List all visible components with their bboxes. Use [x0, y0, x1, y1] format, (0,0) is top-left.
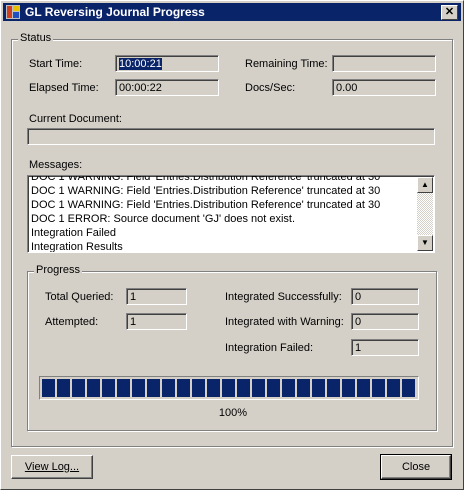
- progress-block: [102, 379, 115, 397]
- progress-block: [387, 379, 400, 397]
- progress-block: [147, 379, 160, 397]
- integrated-successfully-field: 0: [351, 288, 419, 305]
- progress-block: [297, 379, 310, 397]
- messages-lines: DOC 1 WARNING: Field 'Entries.Distributi…: [31, 175, 416, 253]
- progress-block: [132, 379, 145, 397]
- progress-block: [222, 379, 235, 397]
- message-line: Integration Results: [31, 241, 123, 253]
- message-line: DOC 1 WARNING: Field 'Entries.Distributi…: [31, 175, 381, 183]
- progress-block: [402, 379, 415, 397]
- progress-bar-fill: [42, 379, 416, 397]
- total-queried-label: Total Queried:: [45, 291, 114, 303]
- progress-block: [87, 379, 100, 397]
- messages-list[interactable]: DOC 1 WARNING: Field 'Entries.Distributi…: [27, 175, 435, 253]
- view-log-button-label: View Log...: [24, 461, 80, 473]
- progress-block: [357, 379, 370, 397]
- message-line: DOC 1 WARNING: Field 'Entries.Distributi…: [31, 185, 381, 197]
- progress-block: [57, 379, 70, 397]
- status-group-label: Status: [18, 32, 54, 44]
- attempted-field: 1: [126, 313, 187, 330]
- close-button[interactable]: Close: [380, 454, 452, 480]
- progress-group-label: Progress: [34, 264, 83, 276]
- window-title: GL Reversing Journal Progress: [25, 5, 205, 19]
- progress-block: [177, 379, 190, 397]
- start-time-value: 10:00:21: [119, 58, 162, 70]
- message-line: DOC 1 ERROR: Source document 'GJ' does n…: [31, 213, 296, 225]
- current-document-label: Current Document:: [29, 113, 122, 125]
- progress-block: [237, 379, 250, 397]
- integrated-with-warning-field: 0: [351, 313, 419, 330]
- message-line: DOC 1 WARNING: Field 'Entries.Distributi…: [31, 199, 381, 211]
- view-log-button[interactable]: View Log...: [11, 455, 93, 479]
- progress-block: [42, 379, 55, 397]
- title-bar: GL Reversing Journal Progress ✕: [3, 3, 461, 21]
- progress-block: [162, 379, 175, 397]
- progress-block: [192, 379, 205, 397]
- progress-percent: 100%: [218, 407, 248, 419]
- start-time-label: Start Time:: [29, 58, 83, 70]
- progress-block: [372, 379, 385, 397]
- current-document-field: [27, 128, 435, 145]
- scroll-up-icon: ▲: [421, 180, 429, 189]
- integrated-successfully-label: Integrated Successfully:: [225, 291, 342, 303]
- messages-scrollbar[interactable]: ▲ ▼: [417, 177, 433, 251]
- scroll-down-button[interactable]: ▼: [417, 235, 433, 251]
- close-button-label: Close: [401, 461, 431, 473]
- progress-block: [252, 379, 265, 397]
- docs-per-sec-label: Docs/Sec:: [245, 82, 296, 94]
- close-icon: ✕: [444, 6, 455, 18]
- progress-block: [327, 379, 340, 397]
- close-window-button[interactable]: ✕: [441, 5, 458, 20]
- remaining-time-field: [332, 55, 436, 72]
- progress-block: [282, 379, 295, 397]
- messages-label: Messages:: [29, 159, 83, 171]
- scroll-down-icon: ▼: [421, 238, 429, 247]
- message-line: Integration Failed: [31, 227, 116, 239]
- docs-per-sec-field: 0.00: [332, 79, 436, 96]
- remaining-time-label: Remaining Time:: [245, 58, 328, 70]
- progress-block: [117, 379, 130, 397]
- app-icon: [6, 5, 20, 19]
- progress-dialog: GL Reversing Journal Progress ✕ Status S…: [0, 0, 464, 490]
- elapsed-time-field: 00:00:22: [115, 79, 219, 96]
- progress-block: [72, 379, 85, 397]
- progress-bar: [39, 376, 419, 400]
- integrated-with-warning-label: Integrated with Warning:: [225, 316, 344, 328]
- elapsed-time-label: Elapsed Time:: [29, 82, 99, 94]
- attempted-label: Attempted:: [45, 316, 99, 328]
- integration-failed-field: 1: [351, 339, 419, 356]
- progress-block: [342, 379, 355, 397]
- start-time-field: 10:00:21: [115, 55, 219, 72]
- integration-failed-label: Integration Failed:: [225, 342, 314, 354]
- progress-block: [267, 379, 280, 397]
- progress-block: [207, 379, 220, 397]
- total-queried-field: 1: [126, 288, 187, 305]
- scroll-up-button[interactable]: ▲: [417, 177, 433, 193]
- progress-block: [312, 379, 325, 397]
